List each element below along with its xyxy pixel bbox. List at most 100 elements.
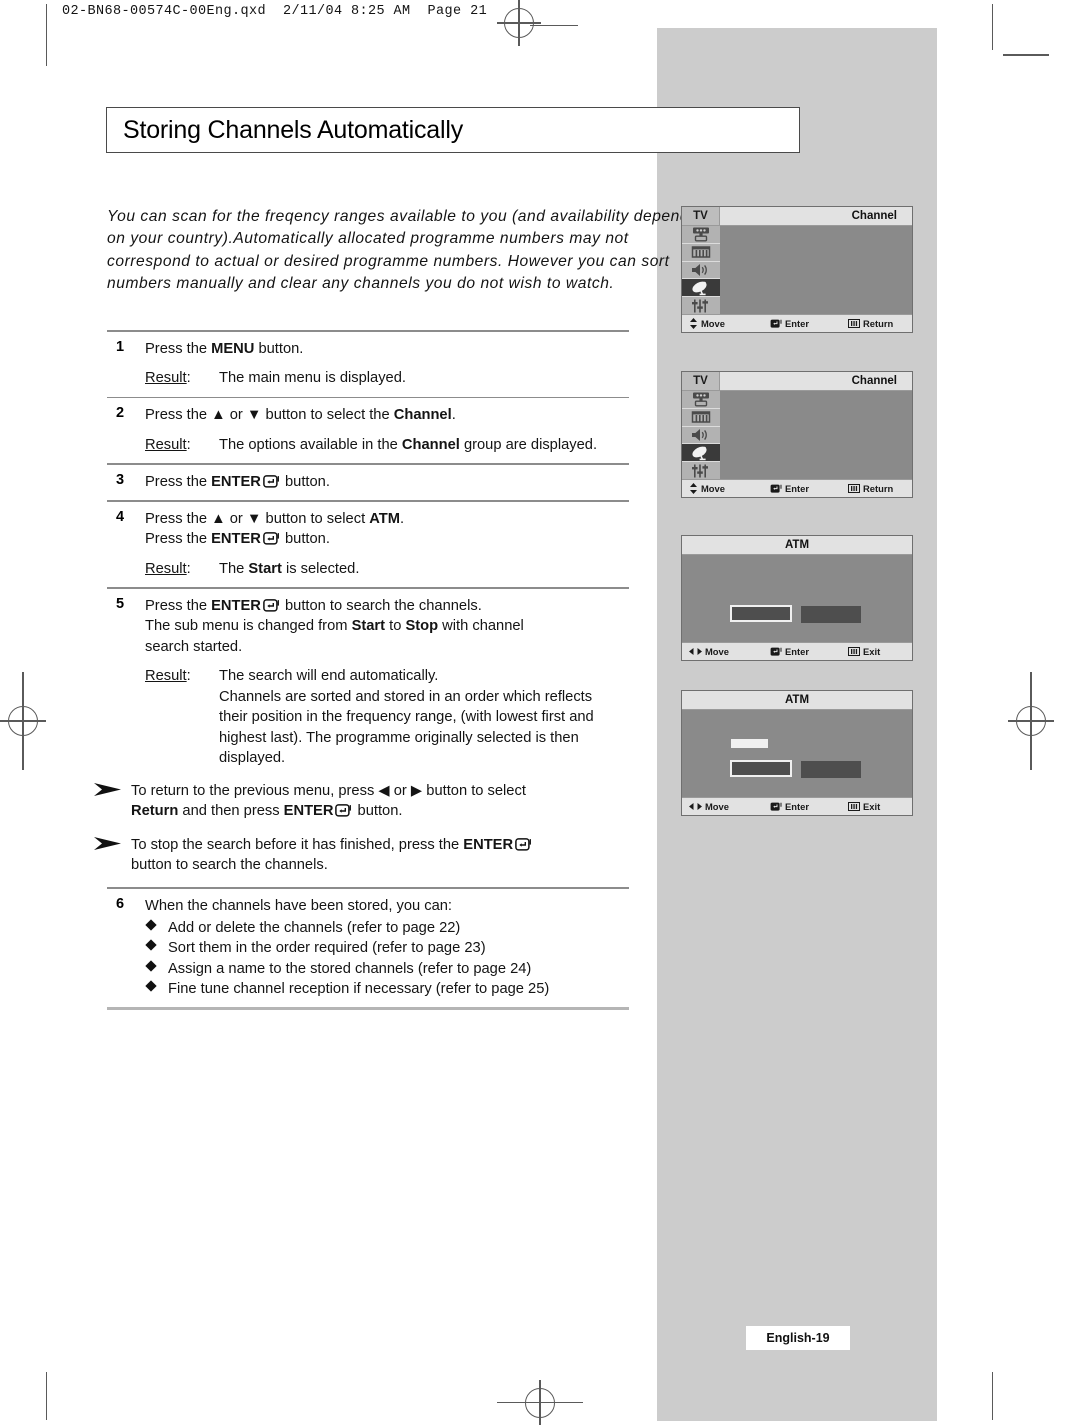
page-title-box: Storing Channels Automatically: [106, 107, 800, 153]
crop-mark-top-left-vertical: [46, 4, 48, 66]
osd-footer-enter: Enter: [770, 646, 848, 657]
note-arrow-icon: [83, 835, 131, 876]
registration-mark-bottom-center: [497, 1380, 583, 1425]
down-arrow-icon: ▼: [246, 510, 262, 527]
osd-footer-move: Move: [682, 483, 770, 494]
rail-item-sound[interactable]: [682, 426, 720, 445]
osd-footer-label: Enter: [785, 646, 809, 657]
enter-icon: [770, 484, 782, 493]
osd-footer-enter: Enter: [770, 483, 848, 494]
step-line: Press the ENTER button to search the cha…: [145, 597, 482, 614]
menu-bars-icon: [848, 647, 860, 656]
atm-controls: [682, 710, 912, 797]
osd-footer-label: Move: [705, 646, 729, 657]
atm-start-button[interactable]: [730, 605, 792, 622]
osd-icon-rail: [682, 226, 720, 314]
osd-panel-atm-2: ATM Move Enter Exit: [681, 690, 913, 816]
list-item: Fine tune channel reception if necessary…: [145, 979, 629, 999]
step-number: 3: [116, 471, 125, 488]
enter-icon: [515, 838, 532, 851]
result-label: Result:: [145, 560, 191, 577]
result-label: Result:: [145, 370, 191, 387]
osd-title: Channel: [851, 375, 897, 387]
page-number-tag: English-19: [746, 1326, 850, 1350]
step-body: When the channels have been stored, you …: [145, 896, 629, 1000]
osd-content-area: [682, 710, 912, 797]
step-number: 1: [116, 338, 125, 355]
list-item: Sort them in the order required (refer t…: [145, 938, 629, 958]
osd-footer-label: Move: [701, 483, 725, 494]
step-result: Result: The main menu is displayed.: [145, 368, 629, 389]
osd-footer-label: Enter: [785, 483, 809, 494]
osd-panel-menu-2: TV Channel Move Enter Return: [681, 371, 913, 498]
crop-mark-bottom-left-vertical: [46, 1372, 48, 1420]
rail-item-input[interactable]: [682, 391, 720, 409]
result-text: The Start is selected.: [219, 560, 360, 577]
enter-icon: [770, 319, 782, 328]
step-6: 6 When the channels have been stored, yo…: [107, 889, 629, 1008]
diamond-bullet-icon: [145, 919, 157, 931]
step-number: 2: [116, 405, 125, 422]
osd-body: [682, 391, 912, 479]
rail-item-setup[interactable]: [682, 462, 720, 479]
manual-page: 02-BN68-00574C-00Eng.qxd 2/11/04 8:25 AM…: [0, 0, 1080, 1425]
osd-footer-label: Enter: [785, 801, 809, 812]
osd-tv-tag: TV: [682, 372, 720, 390]
picture-icon: [691, 246, 711, 258]
diamond-bullet-icon: [145, 959, 157, 972]
osd-header: TV Channel: [682, 207, 912, 226]
step-line: search started.: [145, 638, 243, 655]
rail-item-input[interactable]: [682, 226, 720, 244]
setup-sliders-icon: [692, 464, 708, 478]
step-3: 3 Press the ENTER button.: [107, 465, 629, 501]
step-body: Press the ENTER button to search the cha…: [94, 596, 629, 879]
rail-item-channel[interactable]: [682, 444, 720, 463]
rail-item-picture[interactable]: [682, 243, 720, 262]
osd-panel-menu-1: TV Channel Move Enter Return: [681, 206, 913, 333]
step-2: 2 Press the ▲ or ▼ button to select the …: [107, 398, 629, 463]
osd-footer-label: Exit: [863, 646, 881, 657]
atm-return-button[interactable]: [801, 761, 861, 778]
list-item: Add or delete the channels (refer to pag…: [145, 918, 629, 938]
crop-mark-top-right-vertical: [992, 4, 994, 50]
osd-footer-move: Move: [682, 318, 770, 329]
crop-mark-top-right-horizontal: [1003, 54, 1049, 56]
osd-footer: Move Enter Exit: [682, 797, 912, 815]
step-line: Press the ▲ or ▼ button to select ATM.: [145, 510, 405, 527]
osd-content-area: [682, 555, 912, 642]
osd-footer-enter: Enter: [770, 318, 848, 329]
step-4: 4 Press the ▲ or ▼ button to select ATM.…: [107, 502, 629, 588]
osd-tv-tag: TV: [682, 207, 720, 225]
step-line: Press the MENU button.: [145, 340, 304, 357]
osd-content-area: [720, 226, 912, 314]
osd-content-area: [720, 391, 912, 479]
result-label: Result:: [145, 668, 191, 685]
step-line: The sub menu is changed from Start to St…: [145, 618, 524, 635]
rail-item-picture[interactable]: [682, 408, 720, 427]
step-number: 4: [116, 508, 125, 525]
osd-icon-rail: [682, 391, 720, 479]
atm-return-button[interactable]: [801, 606, 861, 623]
osd-footer: Move Enter Return: [682, 479, 912, 497]
diamond-bullet-icon: [145, 939, 157, 952]
print-header-text: 02-BN68-00574C-00Eng.qxd 2/11/04 8:25 AM…: [62, 4, 488, 19]
rail-item-sound[interactable]: [682, 261, 720, 280]
right-arrow-icon: ▶: [410, 782, 423, 799]
osd-footer: Move Enter Return: [682, 314, 912, 332]
note-2: To stop the search before it has finishe…: [83, 831, 629, 879]
enter-icon: [263, 474, 279, 488]
menu-bars-icon: [848, 802, 860, 811]
atm-stop-button[interactable]: [730, 760, 792, 777]
page-title: Storing Channels Automatically: [123, 115, 464, 144]
rail-item-setup[interactable]: [682, 297, 720, 314]
updown-arrows-icon: [690, 318, 697, 329]
picture-icon: [691, 411, 711, 423]
osd-header: ATM: [682, 536, 912, 555]
note-1: To return to the previous menu, press ◀ …: [83, 777, 629, 825]
osd-footer-label: Move: [701, 318, 725, 329]
channel-dish-icon: [692, 281, 707, 295]
osd-title: ATM: [784, 539, 810, 551]
step-1: 1 Press the MENU button. Result: The mai…: [107, 332, 629, 397]
rail-item-channel[interactable]: [682, 279, 720, 298]
osd-footer-exit: Exit: [848, 801, 910, 812]
